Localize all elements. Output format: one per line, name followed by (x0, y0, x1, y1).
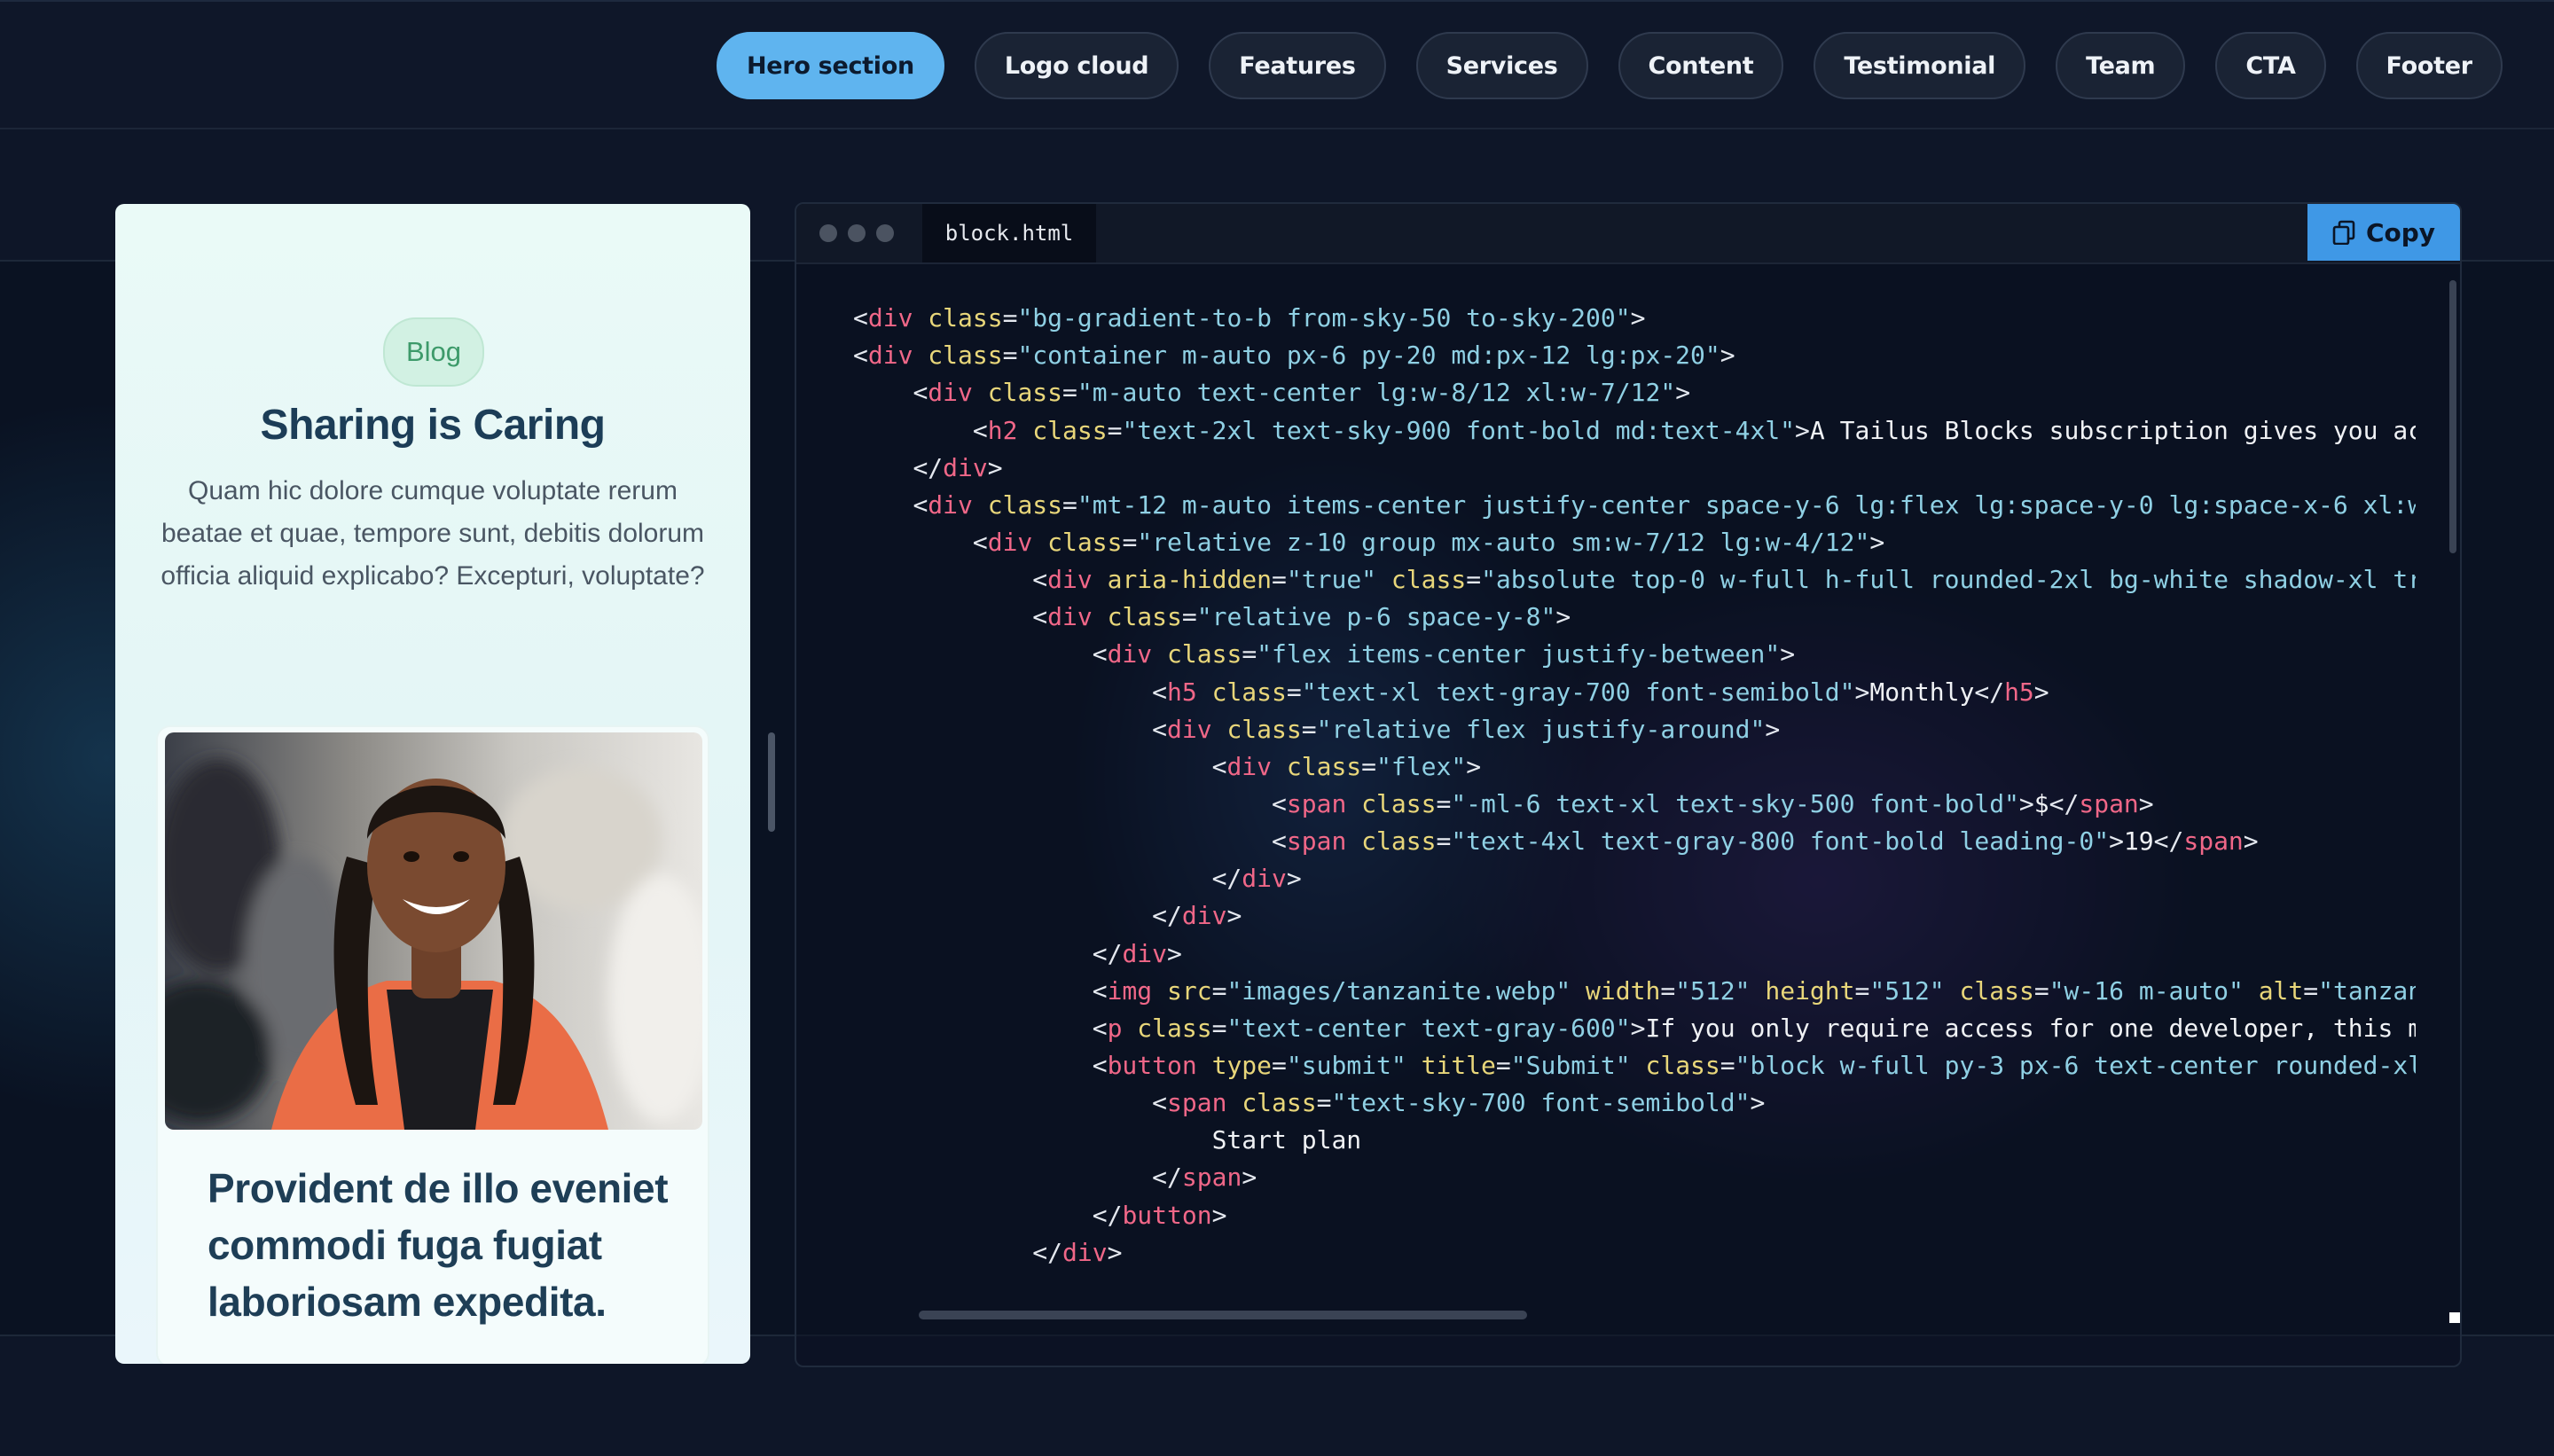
block-preview: Blog Sharing is Caring Quam hic dolore c… (115, 204, 750, 1364)
code-line: <h2 class="text-2xl text-sky-900 font-bo… (972, 415, 2416, 445)
code-line: <span class="text-sky-700 font-semibold"… (1152, 1088, 1766, 1118)
code-line: <div class="flex"> (1211, 751, 1482, 781)
top-nav-bar: Hero section Logo cloud Features Services Co… (0, 0, 2554, 129)
code-editor[interactable]: <div class="bg-gradient-to-b from-sky-50… (853, 262, 2416, 1366)
portrait-photo (165, 732, 702, 1130)
code-line: Start plan (853, 1125, 1362, 1155)
tab-testimonial[interactable]: Testimonial (1814, 32, 2026, 99)
tab-logo-cloud[interactable]: Logo cloud (974, 32, 1179, 99)
tab-features[interactable]: Features (1209, 32, 1386, 99)
tab-services[interactable]: Services (1415, 32, 1588, 99)
code-line: </span> (1152, 1162, 1257, 1193)
scroll-corner (2449, 1312, 2460, 1323)
window-dot-icon (876, 224, 894, 242)
code-line: <div class="relative p-6 space-y-8"> (1032, 602, 1571, 632)
window-dot-icon (848, 224, 866, 242)
preview-resize-handle[interactable] (768, 732, 775, 832)
code-line: <div class="relative flex justify-around… (1152, 714, 1781, 744)
file-tab[interactable]: block.html (922, 204, 1096, 262)
code-line: <div class="container m-auto px-6 py-20 … (853, 341, 1735, 371)
horizontal-scrollbar[interactable] (919, 1311, 1527, 1319)
code-line: <div aria-hidden="true" class="absolute … (1032, 565, 2416, 595)
preview-title: Sharing is Caring (260, 402, 606, 449)
copy-icon (2332, 220, 2355, 245)
code-line: </div> (1211, 864, 1302, 894)
code-line: <button type="submit" title="Submit" cla… (1092, 1050, 2416, 1080)
code-window-header: block.html Copy (796, 204, 2460, 264)
code-line: <div class="m-auto text-center lg:w-8/12… (913, 378, 1691, 408)
code-line: <div class="mt-12 m-auto items-center ju… (913, 489, 2416, 520)
blog-post-image (165, 732, 702, 1130)
code-line: </div> (1092, 938, 1182, 968)
code-line: </div> (913, 452, 1003, 482)
code-line: </div> (1032, 1237, 1123, 1267)
preview-description: Quam hic dolore cumque voluptate rerum b… (161, 476, 705, 591)
code-line: <span class="text-4xl text-gray-800 font… (1272, 826, 2259, 857)
copy-button[interactable]: Copy (2307, 204, 2460, 261)
tab-content[interactable]: Content (1618, 32, 1784, 99)
code-line: </button> (1092, 1200, 1227, 1230)
window-dot-icon (819, 224, 837, 242)
code-line: <div class="flex items-center justify-be… (1092, 639, 1796, 669)
code-line: <h5 class="text-xl text-gray-700 font-se… (1152, 677, 2049, 707)
blog-badge: Blog (383, 317, 484, 387)
code-line: <img src="images/tanzanite.webp" width="… (1092, 975, 2416, 1006)
code-line: <div class="relative z-10 group mx-auto … (972, 527, 1885, 557)
code-line: <span class="-ml-6 text-xl text-sky-500 … (1272, 788, 2154, 818)
tab-footer[interactable]: Footer (2355, 32, 2503, 99)
code-line: <p class="text-center text-gray-600">If … (1092, 1013, 2416, 1043)
block-category-tabs: Hero section Logo cloud Features Services Co… (717, 32, 2503, 99)
copy-button-label: Copy (2365, 217, 2436, 247)
code-window: block.html Copy <div class="bg-gradient-… (795, 202, 2462, 1367)
tab-hero-section[interactable]: Hero section (717, 32, 944, 99)
blog-post-title[interactable]: Provident de illo eveniet commodi fuga f… (208, 1160, 704, 1330)
tab-team[interactable]: Team (2056, 32, 2186, 99)
vertical-scrollbar[interactable] (2449, 280, 2456, 553)
tab-cta[interactable]: CTA (2215, 32, 2326, 99)
code-line: </div> (1152, 901, 1242, 931)
code-line: <div class="bg-gradient-to-b from-sky-50… (853, 303, 1646, 333)
